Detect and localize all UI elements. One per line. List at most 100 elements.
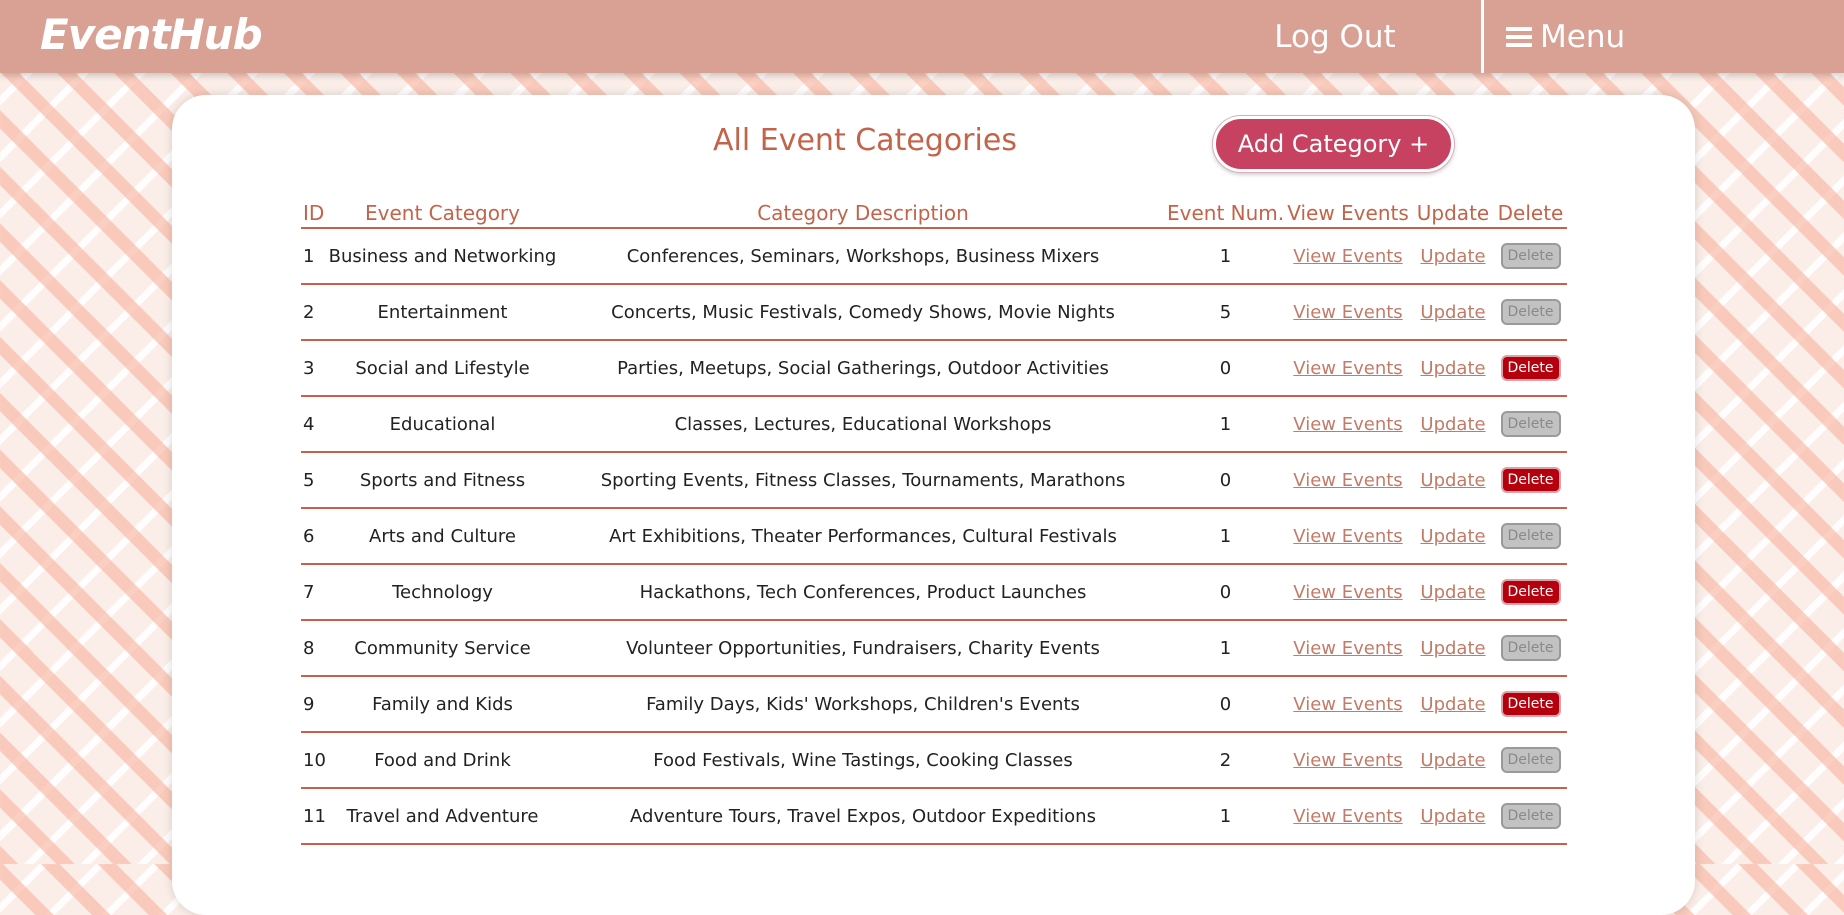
cell-view-events: View Events <box>1284 564 1412 621</box>
update-link[interactable]: Update <box>1420 470 1485 491</box>
cell-view-events: View Events <box>1284 396 1412 453</box>
delete-button[interactable]: Delete <box>1500 691 1561 717</box>
cell-event-num: 0 <box>1167 452 1284 509</box>
delete-button: Delete <box>1500 299 1561 325</box>
delete-button[interactable]: Delete <box>1500 579 1561 605</box>
categories-table: ID Event Category Category Description E… <box>301 198 1567 845</box>
table-row: 9 Family and Kids Family Days, Kids' Works… <box>301 676 1567 733</box>
cell-id: 2 <box>301 284 326 341</box>
delete-button: Delete <box>1500 243 1561 269</box>
view-events-link[interactable]: View Events <box>1293 470 1402 491</box>
column-header-category: Event Category <box>326 198 559 229</box>
cell-category: Arts and Culture <box>326 508 559 565</box>
column-header-description: Category Description <box>559 198 1167 229</box>
cell-delete: Delete <box>1494 284 1567 341</box>
cell-id: 1 <box>301 228 326 285</box>
cell-id: 8 <box>301 620 326 677</box>
nav-divider <box>1481 0 1484 73</box>
cell-event-num: 1 <box>1167 396 1284 453</box>
delete-button[interactable]: Delete <box>1500 355 1561 381</box>
table-row: 4 Educational Classes, Lectures, Education… <box>301 396 1567 453</box>
cell-event-num: 0 <box>1167 340 1284 397</box>
view-events-link[interactable]: View Events <box>1293 414 1402 435</box>
update-link[interactable]: Update <box>1420 638 1485 659</box>
cell-id: 3 <box>301 340 326 397</box>
menu-label: Menu <box>1540 18 1626 55</box>
cell-view-events: View Events <box>1284 620 1412 677</box>
view-events-link[interactable]: View Events <box>1293 302 1402 323</box>
cell-description: Conferences, Seminars, Workshops, Busine… <box>559 228 1167 285</box>
update-link[interactable]: Update <box>1420 358 1485 379</box>
cell-view-events: View Events <box>1284 340 1412 397</box>
cell-delete: Delete <box>1494 620 1567 677</box>
update-link[interactable]: Update <box>1420 750 1485 771</box>
cell-event-num: 1 <box>1167 788 1284 845</box>
view-events-link[interactable]: View Events <box>1293 806 1402 827</box>
page-title: All Event Categories <box>713 123 1017 158</box>
cell-update: Update <box>1412 452 1494 509</box>
cell-delete: Delete <box>1494 564 1567 621</box>
column-header-event-num: Event Num. <box>1167 198 1284 229</box>
delete-button: Delete <box>1500 747 1561 773</box>
cell-description: Art Exhibitions, Theater Performances, C… <box>559 508 1167 565</box>
cell-description: Parties, Meetups, Social Gatherings, Out… <box>559 340 1167 397</box>
view-events-link[interactable]: View Events <box>1293 638 1402 659</box>
top-nav-bar: EventHub Log Out Menu <box>0 0 1844 73</box>
view-events-link[interactable]: View Events <box>1293 358 1402 379</box>
menu-button[interactable]: Menu <box>1506 0 1625 73</box>
table-header-row: ID Event Category Category Description E… <box>301 198 1567 229</box>
update-link[interactable]: Update <box>1420 582 1485 603</box>
cell-description: Family Days, Kids' Workshops, Children's… <box>559 676 1167 733</box>
cell-event-num: 1 <box>1167 508 1284 565</box>
view-events-link[interactable]: View Events <box>1293 582 1402 603</box>
logout-link[interactable]: Log Out <box>1240 0 1430 73</box>
table-row: 6 Arts and Culture Art Exhibitions, Theate… <box>301 508 1567 565</box>
table-row: 5 Sports and Fitness Sporting Events, Fitn… <box>301 452 1567 509</box>
update-link[interactable]: Update <box>1420 694 1485 715</box>
cell-delete: Delete <box>1494 508 1567 565</box>
cell-view-events: View Events <box>1284 732 1412 789</box>
delete-button[interactable]: Delete <box>1500 467 1561 493</box>
cell-category: Food and Drink <box>326 732 559 789</box>
cell-view-events: View Events <box>1284 676 1412 733</box>
cell-id: 11 <box>301 788 326 845</box>
cell-description: Sporting Events, Fitness Classes, Tourna… <box>559 452 1167 509</box>
cell-category: Sports and Fitness <box>326 452 559 509</box>
cell-view-events: View Events <box>1284 284 1412 341</box>
cell-description: Adventure Tours, Travel Expos, Outdoor E… <box>559 788 1167 845</box>
add-category-button[interactable]: Add Category + <box>1213 116 1454 172</box>
view-events-link[interactable]: View Events <box>1293 750 1402 771</box>
cell-view-events: View Events <box>1284 452 1412 509</box>
cell-update: Update <box>1412 788 1494 845</box>
cell-description: Food Festivals, Wine Tastings, Cooking C… <box>559 732 1167 789</box>
column-header-update: Update <box>1412 198 1494 229</box>
cell-description: Concerts, Music Festivals, Comedy Shows,… <box>559 284 1167 341</box>
cell-category: Community Service <box>326 620 559 677</box>
update-link[interactable]: Update <box>1420 246 1485 267</box>
cell-id: 9 <box>301 676 326 733</box>
hamburger-icon <box>1506 23 1532 51</box>
cell-category: Educational <box>326 396 559 453</box>
update-link[interactable]: Update <box>1420 806 1485 827</box>
cell-id: 4 <box>301 396 326 453</box>
delete-button: Delete <box>1500 411 1561 437</box>
cell-category: Business and Networking <box>326 228 559 285</box>
cell-delete: Delete <box>1494 676 1567 733</box>
view-events-link[interactable]: View Events <box>1293 694 1402 715</box>
cell-delete: Delete <box>1494 228 1567 285</box>
cell-event-num: 5 <box>1167 284 1284 341</box>
table-row: 2 Entertainment Concerts, Music Festivals,… <box>301 284 1567 341</box>
cell-update: Update <box>1412 620 1494 677</box>
update-link[interactable]: Update <box>1420 526 1485 547</box>
cell-description: Volunteer Opportunities, Fundraisers, Ch… <box>559 620 1167 677</box>
brand-logo[interactable]: EventHub <box>40 10 263 59</box>
cell-category: Travel and Adventure <box>326 788 559 845</box>
column-header-delete: Delete <box>1494 198 1567 229</box>
cell-update: Update <box>1412 284 1494 341</box>
update-link[interactable]: Update <box>1420 414 1485 435</box>
view-events-link[interactable]: View Events <box>1293 526 1402 547</box>
cell-category: Technology <box>326 564 559 621</box>
cell-id: 10 <box>301 732 326 789</box>
update-link[interactable]: Update <box>1420 302 1485 323</box>
view-events-link[interactable]: View Events <box>1293 246 1402 267</box>
